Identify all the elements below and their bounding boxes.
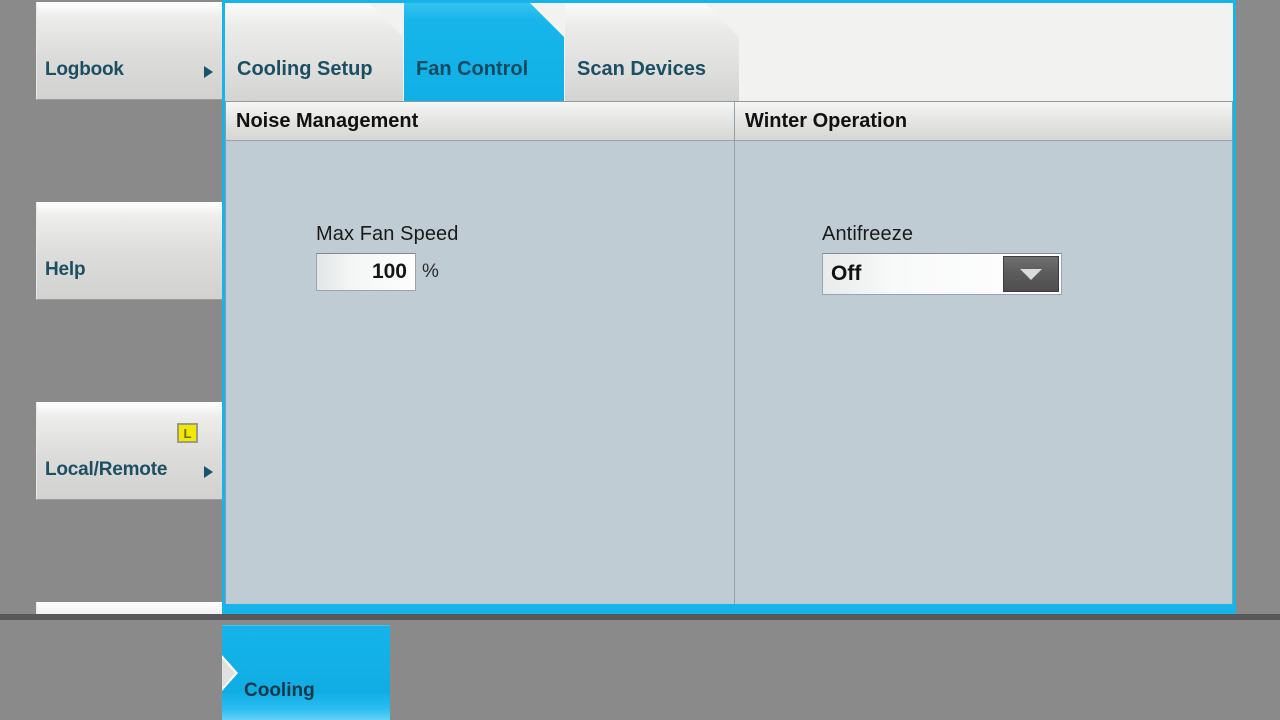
field-label: Antifreeze [822, 223, 914, 245]
panel-winter-operation: Winter Operation Antifreeze Off [735, 102, 1232, 606]
panel-noise-management: Noise Management Max Fan Speed 100 % [226, 102, 735, 606]
antifreeze-select[interactable]: Off [822, 253, 1062, 295]
tab-list: Cooling Setup Fan Control Scan Devices [225, 3, 740, 101]
sidebar-item-help[interactable]: Help [36, 202, 222, 300]
sidebar-item-label: Local/Remote [45, 459, 168, 480]
sidebar-item-label: Help [45, 259, 86, 280]
antifreeze-selected-value: Off [831, 262, 862, 285]
field-row: 100 % [316, 253, 459, 291]
tab-scan-devices[interactable]: Scan Devices [565, 3, 739, 101]
panel-container: Noise Management Max Fan Speed 100 % Win… [225, 101, 1233, 607]
tab-strip: Cooling Setup Fan Control Scan Devices [222, 3, 1236, 101]
panel-title: Noise Management [226, 102, 734, 141]
sidebar: Logbook Help L Local/Remote configuratio… [36, 0, 226, 720]
dropdown-toggle-button[interactable] [1003, 256, 1059, 292]
unit-label: % [422, 261, 439, 282]
application-screen: Logbook Help L Local/Remote configuratio… [0, 0, 1280, 720]
max-fan-speed-input[interactable]: 100 [316, 253, 416, 291]
sidebar-item-logbook[interactable]: Logbook [36, 2, 222, 100]
sidebar-item-local-remote[interactable]: L Local/Remote [36, 402, 222, 500]
content-area: Cooling Setup Fan Control Scan Devices N… [222, 0, 1236, 614]
breadcrumb-item-cooling[interactable]: Cooling [222, 625, 390, 720]
panel-body: Antifreeze Off [735, 141, 1232, 605]
field-antifreeze: Antifreeze Off [822, 223, 1062, 295]
content-bottom-rule [222, 604, 1236, 614]
chevron-down-icon [1020, 268, 1042, 280]
sidebar-item-label: Logbook [45, 59, 124, 80]
field-max-fan-speed: Max Fan Speed 100 % [316, 223, 459, 291]
local-indicator-icon: L [177, 423, 198, 443]
breadcrumb-arrow-icon [222, 658, 235, 688]
chevron-right-icon [204, 66, 213, 78]
tab-label: Scan Devices [577, 58, 706, 80]
tab-label: Cooling Setup [237, 58, 373, 80]
tab-cooling-setup[interactable]: Cooling Setup [225, 3, 403, 101]
field-label: Max Fan Speed [316, 223, 459, 245]
panel-body: Max Fan Speed 100 % [226, 141, 734, 605]
tab-fan-control[interactable]: Fan Control [404, 3, 564, 101]
tab-label: Fan Control [416, 58, 529, 80]
chevron-right-icon [204, 466, 213, 478]
panel-title: Winter Operation [735, 102, 1232, 141]
bottom-background [0, 620, 1280, 720]
